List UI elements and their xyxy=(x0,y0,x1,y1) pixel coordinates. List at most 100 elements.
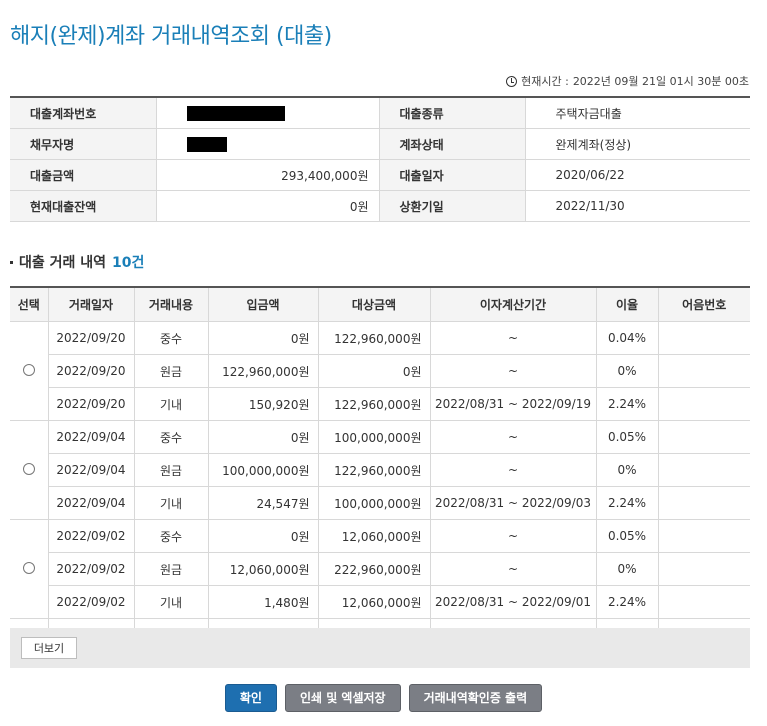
date-cell: 2022/09/04 xyxy=(48,453,135,487)
section-header: 대출 거래 내역 10건 xyxy=(10,252,144,272)
loan-info-label: 채무자명 xyxy=(10,128,157,160)
loan-info-value: 완제계좌(정상) xyxy=(525,128,750,160)
period-cell: 2022/08/31 ~ 2022/09/03 xyxy=(430,486,597,520)
loan-info-value xyxy=(156,128,380,160)
table-row: 2022/09/02 원금 12,060,000원 222,960,000원 ~0% xyxy=(10,552,750,586)
more-bar: 더보기 xyxy=(10,628,750,668)
type-cell: 원금 xyxy=(134,453,209,487)
select-radio[interactable] xyxy=(22,561,35,574)
section-title: 대출 거래 내역 xyxy=(19,255,107,271)
target-cell: 100,000,000원 xyxy=(318,420,431,454)
date-cell: 2022/09/20 xyxy=(48,387,135,421)
target-cell: 122,960,000원 xyxy=(318,387,431,421)
select-radio[interactable] xyxy=(22,462,35,475)
note-cell xyxy=(658,585,750,619)
current-time-value: 2022년 09월 21일 01시 30분 00초 xyxy=(572,75,749,88)
column-header: 거래내용 xyxy=(134,287,209,322)
table-row: 2022/09/04 중수 0원 100,000,000원 ~0.05% xyxy=(10,420,750,520)
select-cell xyxy=(10,321,49,421)
loan-info-label: 대출금액 xyxy=(10,159,157,191)
loan-info-value: 2020/06/22 xyxy=(525,159,750,191)
type-cell: 기내 xyxy=(134,387,209,421)
period-cell: ~ xyxy=(430,453,597,487)
target-cell: 100,000,000원 xyxy=(318,486,431,520)
note-cell xyxy=(658,387,750,421)
period-cell: ~ xyxy=(430,420,597,454)
loan-info-table: 대출계좌번호 대출종류 주택자금대출 채무자명 계좌상태 완제계좌(정상) 대출금액 293,… xyxy=(10,96,750,222)
deposit-cell: 0원 xyxy=(208,519,319,553)
loan-info-row: 채무자명 계좌상태 완제계좌(정상) xyxy=(10,128,750,160)
rate-cell: 2.24% xyxy=(596,387,659,421)
loan-info-row: 현재대출잔액 0원 상환기일 2022/11/30 xyxy=(10,190,750,222)
current-time: 현재시간 : 2022년 09월 21일 01시 30분 00초 xyxy=(506,73,749,89)
print-excel-button[interactable]: 인쇄 및 엑셀저장 xyxy=(284,684,401,712)
table-row: 2022/09/04 기내 24,547원 100,000,000원 2022/08/3… xyxy=(10,486,750,520)
type-cell: 원금 xyxy=(134,552,209,586)
deposit-cell: 12,060,000원 xyxy=(208,552,319,586)
deposit-cell: 0원 xyxy=(208,321,319,355)
type-cell: 원금 xyxy=(134,354,209,388)
deposit-cell: 0원 xyxy=(208,420,319,454)
deposit-cell: 122,960,000원 xyxy=(208,354,319,388)
deposit-cell: 100,000,000원 xyxy=(208,453,319,487)
loan-info-label: 상환기일 xyxy=(379,190,526,222)
note-cell xyxy=(658,486,750,520)
certificate-print-button[interactable]: 거래내역확인증 출력 xyxy=(408,684,543,712)
target-cell: 122,960,000원 xyxy=(318,321,431,355)
loan-info-label: 대출계좌번호 xyxy=(10,97,157,129)
clock-icon xyxy=(506,75,518,87)
select-cell xyxy=(10,519,49,619)
loan-info-value: 2022/11/30 xyxy=(525,190,750,222)
target-cell: 0원 xyxy=(318,354,431,388)
loan-info-value: 0원 xyxy=(156,190,380,222)
page-title: 해지(완제)계좌 거래내역조회 (대출) xyxy=(10,24,332,49)
period-cell: ~ xyxy=(430,354,597,388)
confirm-button[interactable]: 확인 xyxy=(224,684,277,712)
period-cell: 2022/08/31 ~ 2022/09/01 xyxy=(430,585,597,619)
loan-info-label: 계좌상태 xyxy=(379,128,526,160)
rate-cell: 0.04% xyxy=(596,321,659,355)
date-cell: 2022/09/20 xyxy=(48,354,135,388)
table-row: 2022/09/20 기내 150,920원 122,960,000원 2022/08/… xyxy=(10,387,750,421)
type-cell: 기내 xyxy=(134,486,209,520)
column-header: 선택 xyxy=(10,287,49,322)
period-cell: ~ xyxy=(430,321,597,355)
period-cell: 2022/08/31 ~ 2022/09/19 xyxy=(430,387,597,421)
table-row: 2022/09/02 중수 0원 12,060,000원 ~0.05% xyxy=(10,519,750,619)
target-cell: 122,960,000원 xyxy=(318,453,431,487)
rate-cell: 0.05% xyxy=(596,420,659,454)
note-cell xyxy=(658,519,750,553)
rate-cell: 0.05% xyxy=(596,519,659,553)
loan-info-label: 현재대출잔액 xyxy=(10,190,157,222)
table-row: 2022/09/04 원금 100,000,000원 122,960,000원 ~0% xyxy=(10,453,750,487)
loan-info-label: 대출종류 xyxy=(379,97,526,129)
note-cell xyxy=(658,552,750,586)
column-header: 대상금액 xyxy=(318,287,431,322)
date-cell: 2022/09/02 xyxy=(48,519,135,553)
section-count: 10건 xyxy=(112,255,145,271)
period-cell: ~ xyxy=(430,519,597,553)
redacted-mask xyxy=(186,136,227,152)
rate-cell: 2.24% xyxy=(596,585,659,619)
deposit-cell: 24,547원 xyxy=(208,486,319,520)
note-cell xyxy=(658,321,750,355)
column-header: 이자계산기간 xyxy=(430,287,597,322)
note-cell xyxy=(658,420,750,454)
type-cell: 중수 xyxy=(134,519,209,553)
select-cell xyxy=(10,420,49,520)
transaction-table: 선택 거래일자 거래내용 입금액 대상금액 이자계산기간 이율 어음번호 2022/09/20… xyxy=(10,286,750,652)
table-row: 2022/09/02 기내 1,480원 12,060,000원 2022/08/31 … xyxy=(10,585,750,619)
loan-info-row: 대출계좌번호 대출종류 주택자금대출 xyxy=(10,97,750,129)
target-cell: 12,060,000원 xyxy=(318,585,431,619)
more-button[interactable]: 더보기 xyxy=(21,637,77,659)
redacted-mask xyxy=(186,105,285,121)
note-cell xyxy=(658,354,750,388)
type-cell: 중수 xyxy=(134,420,209,454)
select-radio[interactable] xyxy=(22,363,35,376)
type-cell: 중수 xyxy=(134,321,209,355)
rate-cell: 0% xyxy=(596,552,659,586)
period-cell: ~ xyxy=(430,552,597,586)
loan-info-label: 대출일자 xyxy=(379,159,526,191)
column-header: 거래일자 xyxy=(48,287,135,322)
date-cell: 2022/09/02 xyxy=(48,585,135,619)
